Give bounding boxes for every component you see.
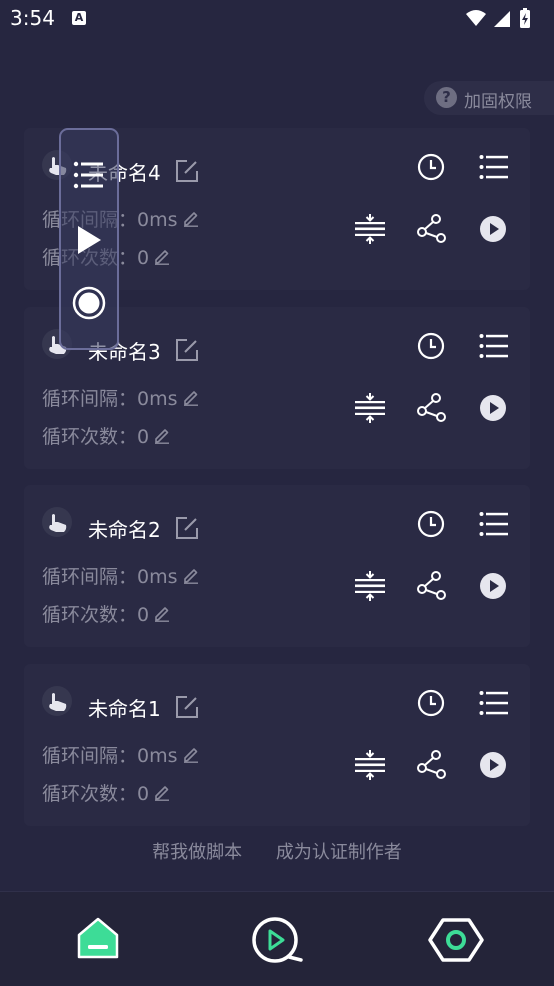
edit-name-icon[interactable]	[174, 158, 200, 188]
script-card[interactable]: 未命名1 循环间隔：0ms 循环次数：0	[24, 664, 530, 826]
record-icon[interactable]	[61, 286, 117, 320]
become-author-link[interactable]: 成为认证制作者	[276, 842, 402, 863]
play-icon[interactable]	[479, 751, 507, 779]
status-time: 3:54	[10, 6, 55, 30]
loop-interval-row: 循环间隔：0ms	[42, 562, 200, 589]
a-icon: A	[72, 11, 86, 25]
help-make-script-link[interactable]: 帮我做脚本	[152, 842, 242, 863]
loop-interval-label: 循环间隔：	[42, 388, 138, 410]
battery-charging-icon	[520, 8, 530, 28]
pencil-icon[interactable]	[182, 745, 200, 768]
home-icon	[77, 917, 119, 959]
loop-interval-value: 0ms	[137, 388, 178, 410]
split-icon[interactable]	[354, 571, 386, 601]
pencil-icon[interactable]	[153, 426, 171, 449]
loop-count-value: 0	[137, 604, 150, 626]
share-icon[interactable]	[417, 393, 447, 423]
loop-interval-label: 循环间隔：	[42, 745, 138, 767]
loop-count-label: 循环次数：	[42, 426, 138, 448]
system-status-icons	[464, 8, 544, 30]
settings-hex-icon	[428, 918, 484, 962]
pencil-icon[interactable]	[153, 604, 171, 627]
permission-label: 加固权限	[464, 92, 532, 112]
loop-interval-value: 0ms	[137, 566, 178, 588]
list-icon[interactable]	[479, 690, 509, 716]
reinforce-permission-button[interactable]: ? 加固权限	[424, 81, 554, 115]
pencil-icon[interactable]	[153, 247, 171, 270]
loop-interval-value: 0ms	[137, 745, 178, 767]
bottom-nav	[0, 891, 554, 986]
play-icon[interactable]	[61, 224, 117, 256]
loop-interval-row: 循环间隔：0ms	[42, 384, 200, 411]
loop-interval-label: 循环间隔：	[42, 566, 138, 588]
footer-links: 帮我做脚本 成为认证制作者	[0, 838, 554, 864]
share-icon[interactable]	[417, 214, 447, 244]
split-icon[interactable]	[354, 214, 386, 244]
clock-icon[interactable]	[417, 153, 445, 181]
script-title: 未命名1	[88, 697, 161, 721]
pencil-icon[interactable]	[182, 388, 200, 411]
script-title: 未命名2	[88, 518, 161, 542]
loop-count-value: 0	[137, 783, 150, 805]
edit-name-icon[interactable]	[174, 694, 200, 724]
wifi-icon	[466, 10, 486, 26]
pencil-icon[interactable]	[153, 783, 171, 806]
clock-icon[interactable]	[417, 689, 445, 717]
loop-interval-value: 0ms	[137, 209, 178, 231]
loop-count-label: 循环次数：	[42, 783, 138, 805]
nav-home[interactable]	[58, 892, 138, 986]
loop-count-value: 0	[137, 426, 150, 448]
play-icon[interactable]	[479, 394, 507, 422]
video-play-icon	[252, 917, 303, 963]
loop-interval-row: 循环间隔：0ms	[42, 741, 200, 768]
loop-count-row: 循环次数：0	[42, 779, 171, 806]
split-icon[interactable]	[354, 393, 386, 423]
floating-control-panel[interactable]	[59, 128, 119, 350]
list-icon[interactable]	[61, 160, 117, 190]
play-icon[interactable]	[479, 215, 507, 243]
script-card[interactable]: 未命名2 循环间隔：0ms 循环次数：0	[24, 485, 530, 647]
status-bar: 3:54 A	[0, 0, 554, 38]
question-icon: ?	[436, 87, 457, 108]
edit-name-icon[interactable]	[174, 515, 200, 545]
share-icon[interactable]	[417, 750, 447, 780]
nav-settings[interactable]	[416, 892, 496, 986]
loop-count-row: 循环次数：0	[42, 600, 171, 627]
list-icon[interactable]	[479, 333, 509, 359]
edit-name-icon[interactable]	[174, 337, 200, 367]
loop-count-value: 0	[137, 247, 150, 269]
tap-hand-icon	[42, 507, 72, 537]
split-icon[interactable]	[354, 750, 386, 780]
nav-video[interactable]	[237, 892, 317, 986]
list-icon[interactable]	[479, 511, 509, 537]
pencil-icon[interactable]	[182, 209, 200, 232]
play-icon[interactable]	[479, 572, 507, 600]
signal-icon	[494, 11, 510, 27]
loop-count-row: 循环次数：0	[42, 422, 171, 449]
loop-count-label: 循环次数：	[42, 604, 138, 626]
clock-icon[interactable]	[417, 510, 445, 538]
list-icon[interactable]	[479, 154, 509, 180]
clock-icon[interactable]	[417, 332, 445, 360]
pencil-icon[interactable]	[182, 566, 200, 589]
share-icon[interactable]	[417, 571, 447, 601]
tap-hand-icon	[42, 686, 72, 716]
